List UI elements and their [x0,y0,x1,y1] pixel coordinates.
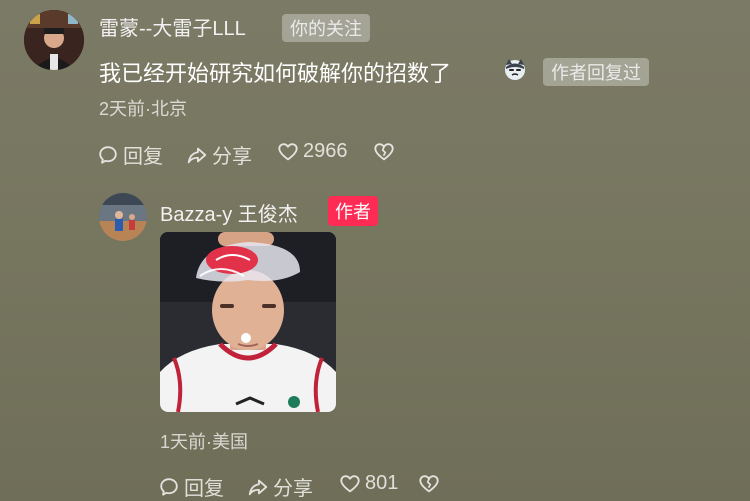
reply-meta: 1天前·美国 [160,432,249,452]
dislike-button[interactable] [373,141,399,163]
reply-author-avatar-image [99,193,147,241]
share-label: 分享 [273,478,313,500]
reply-sticker-image[interactable] [160,232,336,412]
reply-dislike-button[interactable] [418,473,444,495]
like-button[interactable]: 2966 [277,140,348,163]
broken-heart-icon [374,143,394,161]
comment-icon [99,145,117,164]
reply-author-avatar[interactable] [99,193,147,241]
comment-text: 我已经开始研究如何破解你的招数了 [99,61,452,86]
following-tag: 你的关注 [282,14,370,42]
commenter-avatar-image [24,10,84,70]
reply-share-button[interactable]: 分享 [247,472,313,501]
author-badge: 作者 [328,196,378,226]
like-count: 801 [365,472,399,494]
share-icon [187,147,207,163]
heart-icon [278,142,298,160]
reply-label: 回复 [184,478,224,500]
reply-author-username[interactable]: Bazza-y 王俊杰 [160,198,298,227]
reply-button[interactable]: 回复 [97,140,163,169]
share-label: 分享 [212,146,252,168]
share-icon [248,479,268,495]
author-replied-tag: 作者回复过 [543,58,649,86]
reply-label: 回复 [123,146,163,168]
comment-meta: 2天前·北京 [99,99,188,119]
commenter-username[interactable]: 雷蒙--大雷子LLL [99,12,246,41]
commenter-avatar[interactable] [24,10,84,70]
cat-emoji-icon [503,57,527,81]
heart-icon [340,474,360,492]
reply-reply-button[interactable]: 回复 [158,472,224,501]
like-count: 2966 [303,140,348,162]
reply-like-button[interactable]: 801 [339,472,398,495]
comment-icon [160,477,178,496]
share-button[interactable]: 分享 [186,140,252,169]
broken-heart-icon [419,475,439,493]
